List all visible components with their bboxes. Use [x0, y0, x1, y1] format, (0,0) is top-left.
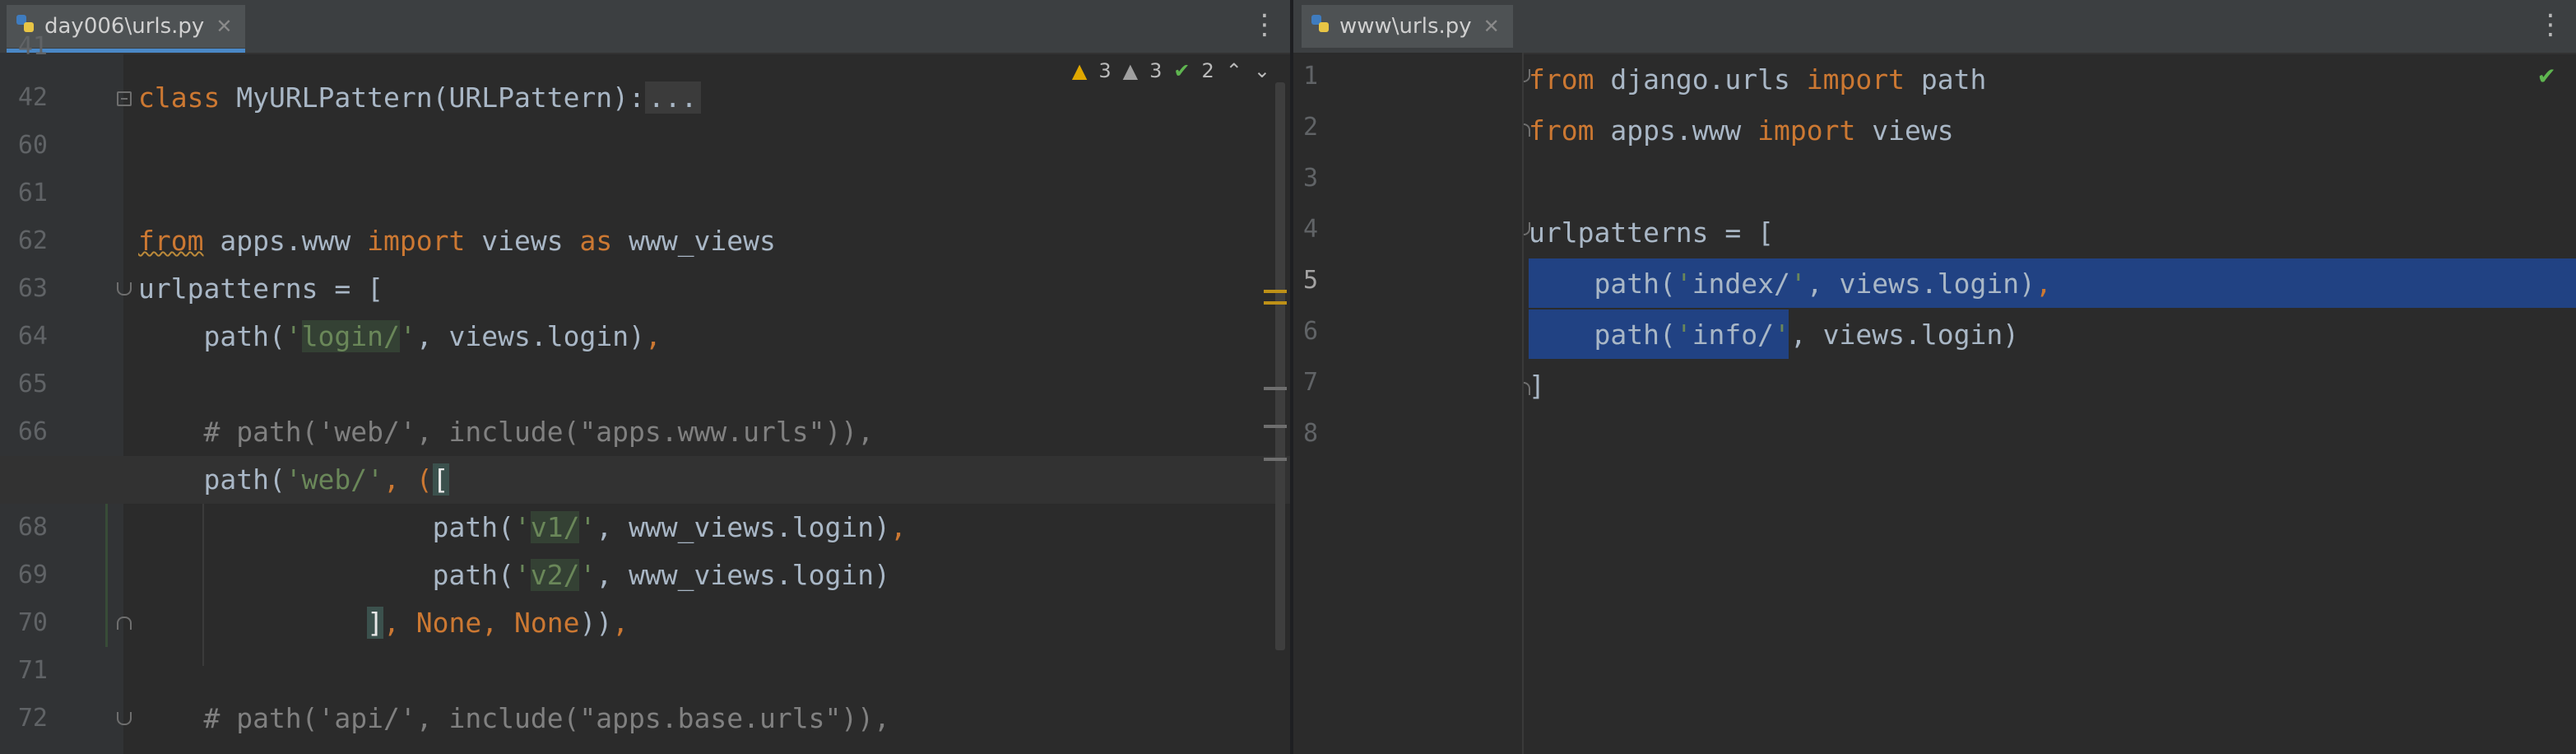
code-line-selected: path('index/', views.login), — [1529, 268, 2052, 300]
line-number: 7 — [1302, 368, 1318, 397]
code-line: urlpatterns = [ — [1529, 216, 1775, 249]
comment-line: # path('web/', include("apps.www.urls"))… — [138, 416, 875, 448]
line-number: 62 — [17, 226, 48, 255]
warning-marker[interactable] — [1264, 301, 1287, 305]
scroll-marker[interactable] — [1264, 458, 1287, 461]
line-number: 42 — [17, 83, 48, 112]
line-number: 3 — [1302, 164, 1318, 193]
code-line: ], None, None)), — [367, 607, 629, 639]
code-line: from apps.www import views — [1529, 114, 1954, 147]
line-number: 70 — [17, 608, 48, 637]
line-number: 4 — [1302, 215, 1318, 244]
code-line: urlpatterns = [ — [138, 272, 384, 305]
matched-bracket: [ — [432, 463, 449, 496]
right-editor[interactable]: www\urls.py ✕ ⋮ ✔ 1 2 3 4 5 6 7 8 from d… — [1293, 0, 2576, 754]
left-gutter[interactable]: 41 42 60 61 62 63 64 65 66 67 68 69 70 7… — [0, 32, 132, 754]
line-number: 64 — [17, 322, 48, 351]
code-line-selected: path('info/', views.login) — [1529, 319, 2020, 351]
code-line: path('v2/', www_views.login) — [138, 559, 890, 591]
line-number: 6 — [1302, 317, 1318, 346]
code-line: from apps.www import views as www_views — [138, 225, 776, 257]
line-number: 71 — [17, 656, 48, 685]
line-number: 68 — [17, 513, 48, 542]
line-number: 72 — [17, 704, 48, 733]
more-options-icon[interactable]: ⋮ — [1251, 8, 1279, 41]
line-number: 60 — [17, 131, 48, 160]
right-gutter[interactable]: 1 2 3 4 5 6 7 8 — [1293, 53, 1530, 754]
line-number: 1 — [1302, 62, 1318, 91]
tab-www-urls[interactable]: www\urls.py ✕ — [1302, 5, 1513, 48]
line-number: 41 — [17, 32, 48, 61]
code-line: from django.urls import path — [1529, 63, 1987, 95]
python-file-icon — [1310, 13, 1331, 40]
close-tab-icon[interactable]: ✕ — [1483, 15, 1500, 38]
left-code-area[interactable]: class MyURLPattern(URLPattern):... from … — [0, 53, 1290, 754]
more-options-icon[interactable]: ⋮ — [2537, 8, 2564, 41]
line-number-current: 5 — [1302, 266, 1318, 295]
scroll-marker[interactable] — [1264, 387, 1287, 390]
code-line: ] — [1529, 370, 1545, 402]
code-line: class MyURLPattern(URLPattern):... — [138, 74, 1290, 122]
fold-end-icon[interactable] — [117, 617, 132, 630]
line-number: 63 — [17, 274, 48, 303]
warning-marker[interactable] — [1264, 290, 1287, 293]
close-tab-icon[interactable]: ✕ — [216, 15, 232, 38]
left-editor[interactable]: day006\urls.py ✕ ⋮ ▲ 3 ▲ 3 ✔ 2 ⌃ ⌄ 41 42… — [0, 0, 1290, 754]
comment-line: # path('api/', include("apps.base.urls")… — [138, 702, 890, 734]
fold-start-icon[interactable] — [117, 712, 132, 725]
code-line: path('login/', views.login), — [138, 320, 661, 352]
code-line: path('v1/', www_views.login), — [138, 511, 907, 543]
gutter-separator — [1522, 53, 1524, 754]
vertical-scrollbar[interactable] — [1275, 82, 1285, 650]
fold-expand-icon[interactable] — [117, 91, 132, 106]
tab-label: day006\urls.py — [44, 14, 205, 39]
line-number: 2 — [1302, 113, 1318, 142]
right-code-area[interactable]: from django.urls import path from apps.w… — [1529, 53, 2576, 754]
line-number: 61 — [17, 179, 48, 207]
line-number: 65 — [17, 370, 48, 398]
gutter-spacer — [1399, 53, 1522, 754]
line-number: 8 — [1302, 419, 1318, 448]
fold-start-icon[interactable] — [117, 282, 132, 296]
matched-bracket: ] — [367, 607, 384, 639]
folded-region[interactable]: ... — [644, 81, 701, 114]
right-tab-bar: www\urls.py ✕ ⋮ — [1293, 0, 2576, 54]
code-line-current: path('web/', ([ — [0, 456, 1290, 504]
scroll-marker[interactable] — [1264, 425, 1287, 428]
left-tab-bar: day006\urls.py ✕ ⋮ — [0, 0, 1290, 54]
line-number: 69 — [17, 561, 48, 589]
tab-label: www\urls.py — [1339, 14, 1472, 39]
line-number: 66 — [17, 417, 48, 446]
